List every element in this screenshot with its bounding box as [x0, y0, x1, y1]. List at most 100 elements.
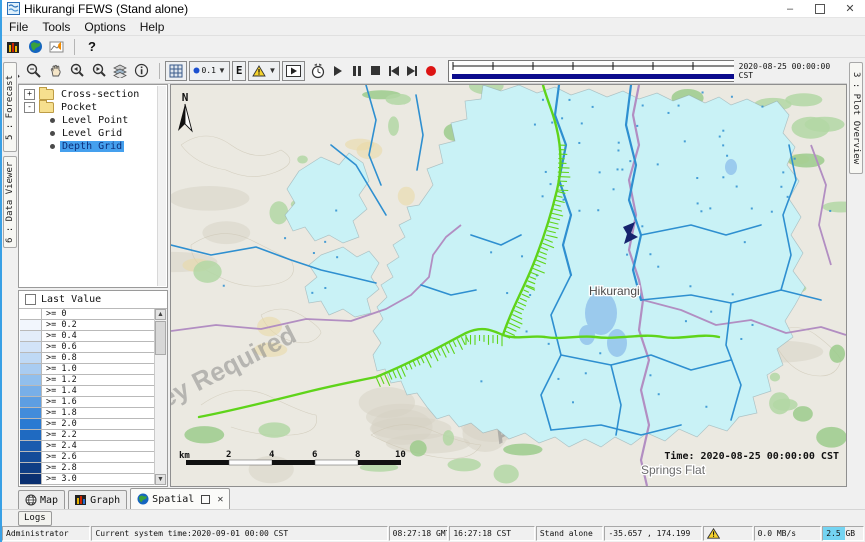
folder-icon: [39, 89, 54, 100]
legend-row[interactable]: >= 2.4: [20, 441, 154, 452]
map-globe-icon[interactable]: [24, 37, 46, 57]
pause-button[interactable]: [347, 62, 366, 80]
tab-spatial[interactable]: Spatial ✕: [130, 488, 230, 509]
globe-grid-icon: [25, 494, 37, 506]
tree-item-level-grid[interactable]: Level Grid: [20, 127, 158, 139]
legend-row[interactable]: >= 1.4: [20, 386, 154, 397]
legend-color-swatch: [20, 320, 42, 330]
legend-threshold-label: >= 2.4: [42, 441, 77, 451]
right-tab-strip: 3 : Plot Overview: [847, 58, 865, 487]
tab-plot-overview[interactable]: 3 : Plot Overview: [849, 62, 863, 174]
tab-map[interactable]: Map: [18, 490, 65, 509]
status-system-time: Current system time:2020-09-01 00:00 CST: [91, 526, 387, 541]
play-button[interactable]: [329, 62, 348, 80]
label-threshold-dropdown[interactable]: 0.1 ▼: [189, 61, 229, 81]
warning-icon: [252, 65, 266, 77]
scroll-thumb[interactable]: [155, 321, 166, 355]
zoom-out-icon[interactable]: [24, 61, 46, 81]
menu-file[interactable]: File: [2, 19, 35, 35]
grid-display-button[interactable]: [165, 61, 187, 81]
minimize-button[interactable]: –: [775, 0, 805, 17]
legend-threshold-label: >= 1.2: [42, 375, 77, 385]
legend-row[interactable]: >= 2.6: [20, 452, 154, 463]
chevron-down-icon: ▼: [218, 66, 226, 75]
logs-button[interactable]: Logs: [18, 511, 52, 526]
panel-restore-icon[interactable]: [201, 495, 210, 504]
legend-threshold-label: >= 0.2: [42, 320, 77, 330]
legend-toggle-button[interactable]: E: [232, 61, 247, 81]
status-bar: Administrator Current system time:2020-0…: [2, 526, 865, 542]
zoom-previous-icon[interactable]: [67, 61, 89, 81]
legend-row[interactable]: >= 1.0: [20, 364, 154, 375]
legend-row[interactable]: >= 0.6: [20, 342, 154, 353]
legend-row[interactable]: >= 3.0: [20, 474, 154, 485]
legend-scrollbar[interactable]: ▲ ▼: [154, 309, 167, 485]
status-download-speed: 0.0 MB/s: [754, 526, 822, 541]
legend-header: Last Value: [19, 291, 167, 309]
left-tab-strip: 5 : Forecast 6 : Data Viewer: [2, 58, 18, 487]
menu-options[interactable]: Options: [77, 19, 132, 35]
legend-color-swatch: [20, 375, 42, 385]
status-coordinates: -35.657 , 174.199: [604, 526, 701, 541]
first-frame-button[interactable]: [385, 62, 404, 80]
legend-threshold-label: >= 2.8: [42, 463, 77, 473]
legend-row[interactable]: >= 0.8: [20, 353, 154, 364]
pan-hand-icon[interactable]: [45, 61, 67, 81]
expand-icon[interactable]: +: [24, 89, 35, 100]
tree-item-label: Pocket: [59, 102, 99, 113]
legend-row[interactable]: >= 1.2: [20, 375, 154, 386]
layers-icon[interactable]: [110, 61, 132, 81]
panel-close-icon[interactable]: ✕: [217, 494, 223, 505]
set-time-icon[interactable]: [307, 61, 329, 81]
last-value-checkbox[interactable]: [25, 294, 36, 305]
legend-row[interactable]: >= 0: [20, 309, 154, 320]
zoom-next-icon[interactable]: [88, 61, 110, 81]
title-bar: Hikurangi FEWS (Stand alone) – ✕: [2, 0, 865, 18]
tree-item-pocket[interactable]: - Pocket: [20, 101, 158, 113]
legend-color-swatch: [20, 364, 42, 374]
scale-tick: 4: [269, 450, 275, 460]
close-button[interactable]: ✕: [835, 0, 865, 17]
tree-item-cross-section[interactable]: + Cross-section: [20, 88, 158, 100]
last-frame-button[interactable]: [403, 62, 422, 80]
legend-color-swatch: [20, 309, 42, 319]
tree-item-label: Cross-section: [59, 89, 141, 100]
time-slider-bar[interactable]: [452, 74, 733, 79]
scroll-down-icon[interactable]: ▼: [155, 474, 166, 485]
legend-color-swatch: [20, 474, 42, 484]
time-slider[interactable]: [448, 60, 733, 82]
menu-help[interactable]: Help: [133, 19, 172, 35]
record-button[interactable]: [422, 62, 441, 80]
info-icon[interactable]: [131, 61, 153, 81]
menu-tools[interactable]: Tools: [35, 19, 77, 35]
legend-row[interactable]: >= 2.0: [20, 419, 154, 430]
tab-graph[interactable]: Graph: [68, 490, 127, 509]
tree-scrollbar[interactable]: [157, 86, 166, 286]
collapse-icon[interactable]: -: [24, 102, 35, 113]
tree-item-level-point[interactable]: Level Point: [20, 114, 158, 126]
legend-row[interactable]: >= 0.4: [20, 331, 154, 342]
status-warning[interactable]: [703, 526, 753, 541]
spatial-display-icon[interactable]: [46, 37, 68, 57]
legend-row[interactable]: >= 2.2: [20, 430, 154, 441]
map-view[interactable]: API Key Required API Key Required: [170, 84, 847, 487]
legend-row[interactable]: >= 2.8: [20, 463, 154, 474]
scroll-up-icon[interactable]: ▲: [155, 309, 166, 320]
tab-forecast[interactable]: 5 : Forecast: [3, 62, 17, 152]
animation-box-button[interactable]: [282, 61, 305, 81]
help-button[interactable]: ?: [81, 37, 103, 57]
map-toolbar: 0.1 ▼ E ▼ 2020-08-25 00:00:00 CST: [2, 58, 847, 84]
legend-row[interactable]: >= 0.2: [20, 320, 154, 331]
legend-row[interactable]: >= 1.6: [20, 397, 154, 408]
data-display-icon[interactable]: [2, 37, 24, 57]
current-time-label: 2020-08-25 00:00:00 CST: [739, 62, 847, 80]
legend-row[interactable]: >= 1.8: [20, 408, 154, 419]
tab-data-viewer[interactable]: 6 : Data Viewer: [3, 156, 17, 248]
maximize-button[interactable]: [805, 0, 835, 17]
scale-tick: 10: [395, 450, 406, 460]
legend-threshold-label: >= 0.6: [42, 342, 77, 352]
stop-button[interactable]: [366, 62, 385, 80]
tree-item-depth-grid[interactable]: Depth Grid: [20, 140, 158, 152]
warning-dropdown[interactable]: ▼: [248, 61, 280, 81]
status-user: Administrator: [2, 526, 90, 541]
